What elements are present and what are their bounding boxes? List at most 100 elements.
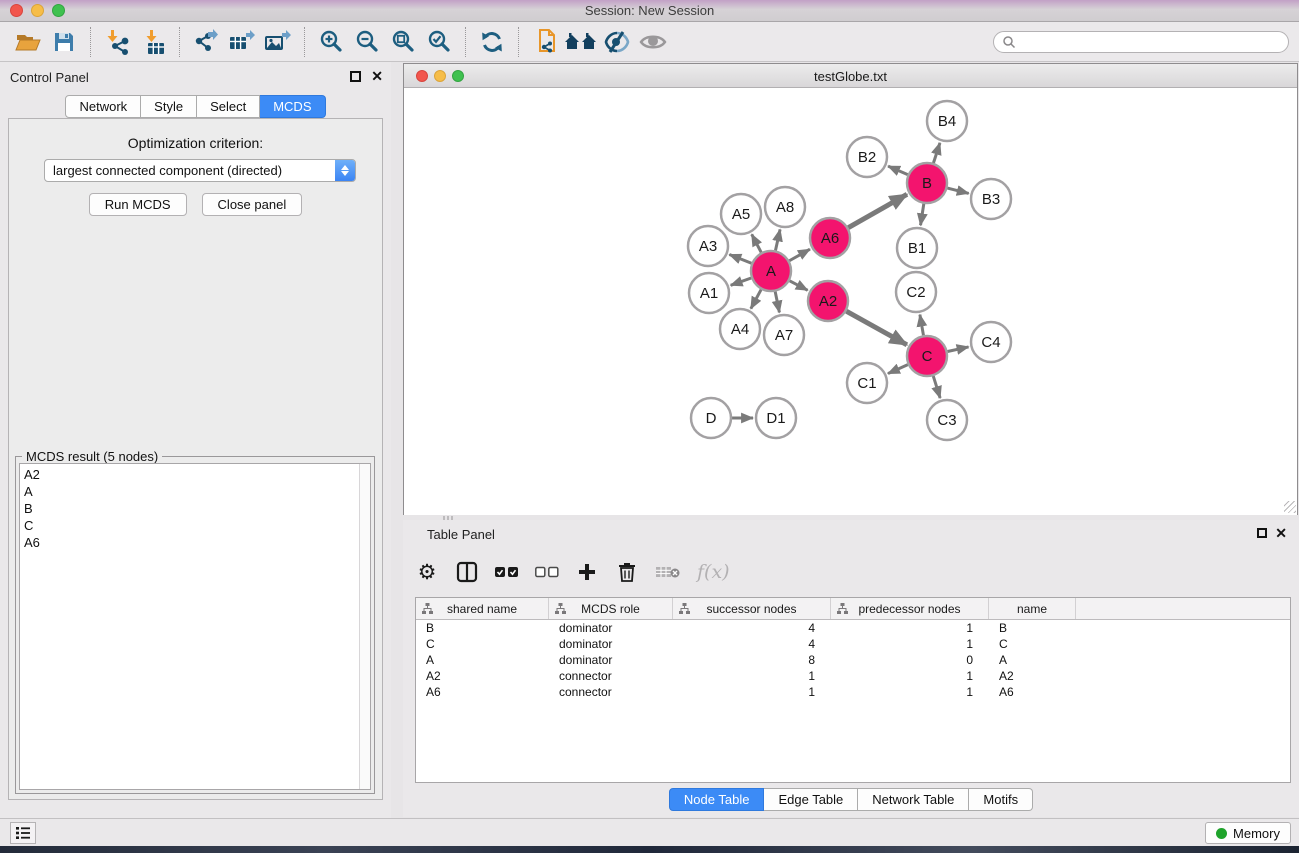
tab-select[interactable]: Select (197, 95, 260, 118)
mcds-result-item[interactable]: A6 (24, 534, 356, 551)
close-table-panel-icon[interactable]: ✕ (1275, 525, 1287, 542)
graph-edge-C-C2[interactable] (920, 315, 924, 336)
graph-edge-B-B4[interactable] (933, 143, 939, 163)
mcds-result-list[interactable]: A2ABCA6 (19, 463, 371, 790)
tab-motifs[interactable]: Motifs (969, 788, 1033, 811)
graph-edge-C-C3[interactable] (933, 376, 940, 398)
graph-edge-A-A3[interactable] (729, 254, 751, 263)
window-resize-handle[interactable] (1284, 501, 1296, 513)
task-history-button[interactable] (10, 822, 36, 844)
graph-edge-A-A8[interactable] (775, 229, 780, 250)
table-cell[interactable]: connector (549, 684, 673, 700)
function-builder-button[interactable]: f(x) (697, 558, 730, 586)
list-scrollbar[interactable] (359, 464, 370, 789)
graph-edge-B-B3[interactable] (947, 188, 968, 193)
mcds-result-item[interactable]: C (24, 517, 356, 534)
graph-edge-A-A6[interactable] (789, 249, 810, 261)
table-cell[interactable]: dominator (549, 636, 673, 652)
float-table-panel-icon[interactable] (1257, 528, 1267, 538)
column-header-name[interactable]: name (989, 598, 1076, 619)
table-cell[interactable]: C (989, 636, 1076, 652)
table-row[interactable]: Cdominator41C (416, 636, 1290, 652)
column-header-shared-name[interactable]: shared name (416, 598, 549, 619)
table-cell[interactable]: C (416, 636, 549, 652)
table-cell[interactable]: A (416, 652, 549, 668)
tab-node-table[interactable]: Node Table (669, 788, 765, 811)
mcds-result-item[interactable]: B (24, 500, 356, 517)
table-cell[interactable]: 1 (831, 668, 989, 684)
table-row[interactable]: Adominator80A (416, 652, 1290, 668)
table-cell[interactable]: A6 (989, 684, 1076, 700)
table-cell[interactable]: 4 (673, 636, 831, 652)
graph-edge-A-A1[interactable] (731, 278, 752, 285)
column-header-successor-nodes[interactable]: successor nodes (673, 598, 831, 619)
table-cell[interactable]: 8 (673, 652, 831, 668)
memory-button[interactable]: Memory (1205, 822, 1291, 844)
table-cell[interactable]: dominator (549, 652, 673, 668)
tab-mcds[interactable]: MCDS (260, 95, 325, 118)
table-cell[interactable]: 4 (673, 620, 831, 636)
table-cell[interactable]: A2 (989, 668, 1076, 684)
select-all-columns-button[interactable] (495, 558, 519, 586)
column-header-predecessor-nodes[interactable]: predecessor nodes (831, 598, 989, 619)
mcds-result-item[interactable]: A2 (24, 466, 356, 483)
graph-edge-B-B1[interactable] (920, 204, 923, 226)
export-image-button[interactable] (260, 25, 296, 59)
zoom-fit-button[interactable] (385, 25, 421, 59)
table-row[interactable]: Bdominator41B (416, 620, 1290, 636)
graph-edge-A-A5[interactable] (752, 234, 762, 252)
table-cell[interactable]: B (416, 620, 549, 636)
float-panel-icon[interactable] (350, 71, 361, 82)
tab-style[interactable]: Style (141, 95, 197, 118)
show-column-panel-button[interactable] (455, 558, 479, 586)
table-cell[interactable]: connector (549, 668, 673, 684)
zoom-selected-button[interactable] (421, 25, 457, 59)
table-cell[interactable]: 1 (831, 636, 989, 652)
table-settings-button[interactable]: ⚙ (415, 558, 439, 586)
table-cell[interactable]: 1 (831, 620, 989, 636)
home-button[interactable] (563, 25, 599, 59)
refresh-button[interactable] (474, 25, 510, 59)
tab-network[interactable]: Network (65, 95, 141, 118)
table-cell[interactable]: A6 (416, 684, 549, 700)
tab-edge-table[interactable]: Edge Table (764, 788, 858, 811)
table-row[interactable]: A6connector11A6 (416, 684, 1290, 700)
save-session-button[interactable] (46, 25, 82, 59)
graph-edge-A-A4[interactable] (751, 290, 761, 309)
search-input[interactable] (1017, 35, 1267, 49)
column-header-MCDS-role[interactable]: MCDS role (549, 598, 673, 619)
birds-eye-view-button[interactable] (635, 25, 671, 59)
table-cell[interactable]: dominator (549, 620, 673, 636)
node-table[interactable]: shared nameMCDS rolesuccessor nodesprede… (415, 597, 1291, 783)
search-field[interactable] (993, 31, 1289, 53)
import-table-button[interactable] (135, 25, 171, 59)
table-cell[interactable]: 1 (673, 684, 831, 700)
table-cell[interactable]: 1 (831, 684, 989, 700)
network-canvas[interactable]: AA1A2A3A4A5A6A7A8BB1B2B3B4CC1C2C3C4DD1 (404, 89, 1297, 515)
table-row[interactable]: A2connector11A2 (416, 668, 1290, 684)
export-table-button[interactable] (224, 25, 260, 59)
close-panel-icon[interactable]: ✕ (371, 68, 383, 85)
table-cell[interactable]: A (989, 652, 1076, 668)
add-column-button[interactable] (575, 558, 599, 586)
delete-column-button[interactable] (615, 558, 639, 586)
table-cell[interactable]: 0 (831, 652, 989, 668)
graph-edge-A6-B[interactable] (848, 194, 907, 227)
graph-edge-A-A2[interactable] (790, 281, 808, 291)
run-mcds-button[interactable]: Run MCDS (89, 193, 187, 216)
criterion-dropdown[interactable]: largest connected component (directed) (44, 159, 356, 182)
import-network-button[interactable] (99, 25, 135, 59)
export-network-button[interactable] (188, 25, 224, 59)
delete-table-button[interactable] (655, 558, 681, 586)
unselect-all-columns-button[interactable] (535, 558, 559, 586)
table-cell[interactable]: B (989, 620, 1076, 636)
tab-network-table[interactable]: Network Table (858, 788, 969, 811)
graph-edge-C-C1[interactable] (888, 365, 908, 374)
table-cell[interactable]: A2 (416, 668, 549, 684)
manage-networks-button[interactable] (527, 25, 563, 59)
open-session-button[interactable] (10, 25, 46, 59)
network-window-titlebar[interactable]: testGlobe.txt (404, 64, 1297, 88)
graph-edge-C-C4[interactable] (948, 347, 969, 352)
table-cell[interactable]: 1 (673, 668, 831, 684)
mcds-result-item[interactable]: A (24, 483, 356, 500)
